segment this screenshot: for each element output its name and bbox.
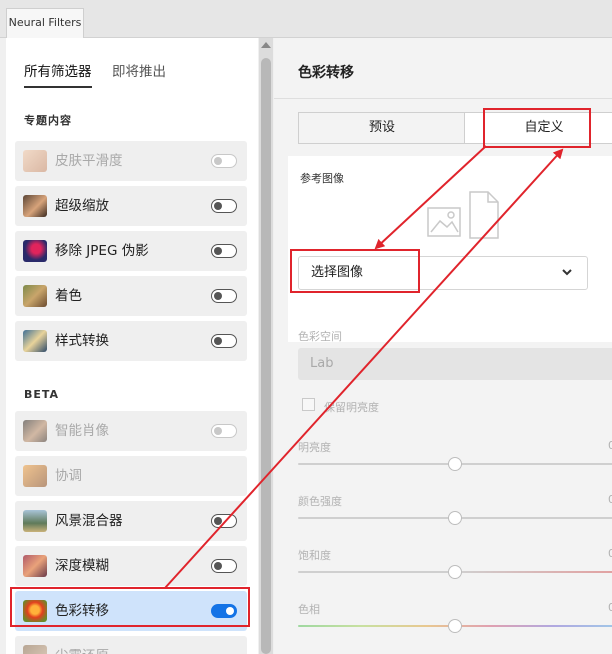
color-space-value: Lab [310,356,334,371]
filter-toggle[interactable] [211,424,237,438]
image-placeholder-icon [427,191,499,239]
filter-item-depth-blur[interactable]: 深度模糊 [15,546,247,586]
hue-slider-label: 色相 [298,603,320,616]
filter-item-label: 移除 JPEG 伪影 [55,243,149,259]
depth-blur-thumbnail-icon [23,555,47,577]
chevron-down-icon [562,269,572,276]
hue-slider-value: 0 [608,601,612,614]
filter-toggle[interactable] [211,154,237,168]
filter-item-label: 尘霞还原 [55,636,109,654]
jpeg-artifacts-thumbnail-icon [23,240,47,262]
filter-toggle[interactable] [211,559,237,573]
filter-item-harmonize[interactable]: 协调 [15,456,247,496]
section-title-featured: 专题内容 [24,114,72,127]
section-title-beta: BETA [24,388,60,401]
color-space-label: 色彩空间 [298,330,342,343]
harmonize-thumbnail-icon [23,465,47,487]
skin-smoothing-thumbnail-icon [23,150,47,172]
landscape-mixer-thumbnail-icon [23,510,47,532]
reference-image-label: 参考图像 [300,172,344,185]
filter-item-super-zoom[interactable]: 超级缩放 [15,186,247,226]
filter-item-jpeg-artifacts[interactable]: 移除 JPEG 伪影 [15,231,247,271]
highlight-custom-tab [483,108,591,148]
filter-item-label: 深度模糊 [55,558,109,574]
filter-item-skin-smoothing[interactable]: 皮肤平滑度 [15,141,247,181]
luminance-slider-knob[interactable] [448,457,462,471]
colorize-thumbnail-icon [23,285,47,307]
saturation-slider-label: 饱和度 [298,549,331,562]
filter-item-label: 超级缩放 [55,198,109,214]
filter-toggle[interactable] [211,199,237,213]
filter-toggle[interactable] [211,289,237,303]
color-intensity-slider-value: 0 [608,493,612,506]
scroll-up-arrow-icon[interactable] [261,42,271,48]
filter-item-dust-restore[interactable]: 尘霞还原 [15,636,247,654]
filter-item-smart-portrait[interactable]: 智能肖像 [15,411,247,451]
filter-item-label: 智能肖像 [55,423,109,439]
filter-item-label: 风景混合器 [55,513,123,529]
style-transfer-thumbnail-icon [23,330,47,352]
scroll-thumb[interactable] [261,58,271,654]
color-intensity-slider-knob[interactable] [448,511,462,525]
saturation-slider-knob[interactable] [448,565,462,579]
highlight-color-transfer [10,587,250,627]
luminance-slider-value: 0 [608,439,612,452]
panel-header: Neural Filters [0,0,612,38]
filter-toggle[interactable] [211,334,237,348]
preserve-luminance-checkbox[interactable] [302,398,315,411]
filter-item-label: 着色 [55,288,82,304]
filter-item-label: 皮肤平滑度 [55,153,123,169]
filter-list-scrollbar[interactable] [259,38,273,654]
super-zoom-thumbnail-icon [23,195,47,217]
saturation-slider-value: 0 [608,547,612,560]
hue-slider-knob[interactable] [448,619,462,633]
filter-item-style-transfer[interactable]: 样式转换 [15,321,247,361]
color-intensity-slider-label: 颜色强度 [298,495,342,508]
filter-toggle[interactable] [211,514,237,528]
filter-title: 色彩转移 [298,65,354,81]
divider [274,98,612,99]
smart-portrait-thumbnail-icon [23,420,47,442]
tab-neural-filters[interactable]: Neural Filters [6,8,84,38]
color-space-dropdown[interactable]: Lab [298,348,612,380]
filter-item-colorize[interactable]: 着色 [15,276,247,316]
preserve-luminance-label: 保留明亮度 [324,401,379,414]
filter-item-label: 协调 [55,468,82,484]
filter-item-label: 样式转换 [55,333,109,349]
filter-item-landscape-mixer[interactable]: 风景混合器 [15,501,247,541]
filter-toggle[interactable] [211,244,237,258]
highlight-select-image [290,249,420,293]
dust-restore-thumbnail-icon [23,645,47,654]
tab-all-filters[interactable]: 所有筛选器 [24,60,92,88]
tab-coming-soon[interactable]: 即将推出 [112,60,166,80]
tab-preset[interactable]: 预设 [298,112,466,144]
luminance-slider-label: 明亮度 [298,441,331,454]
filter-list-panel: 所有筛选器 即将推出 专题内容 皮肤平滑度 超级缩放 移除 JPEG 伪影 着色… [6,38,258,654]
